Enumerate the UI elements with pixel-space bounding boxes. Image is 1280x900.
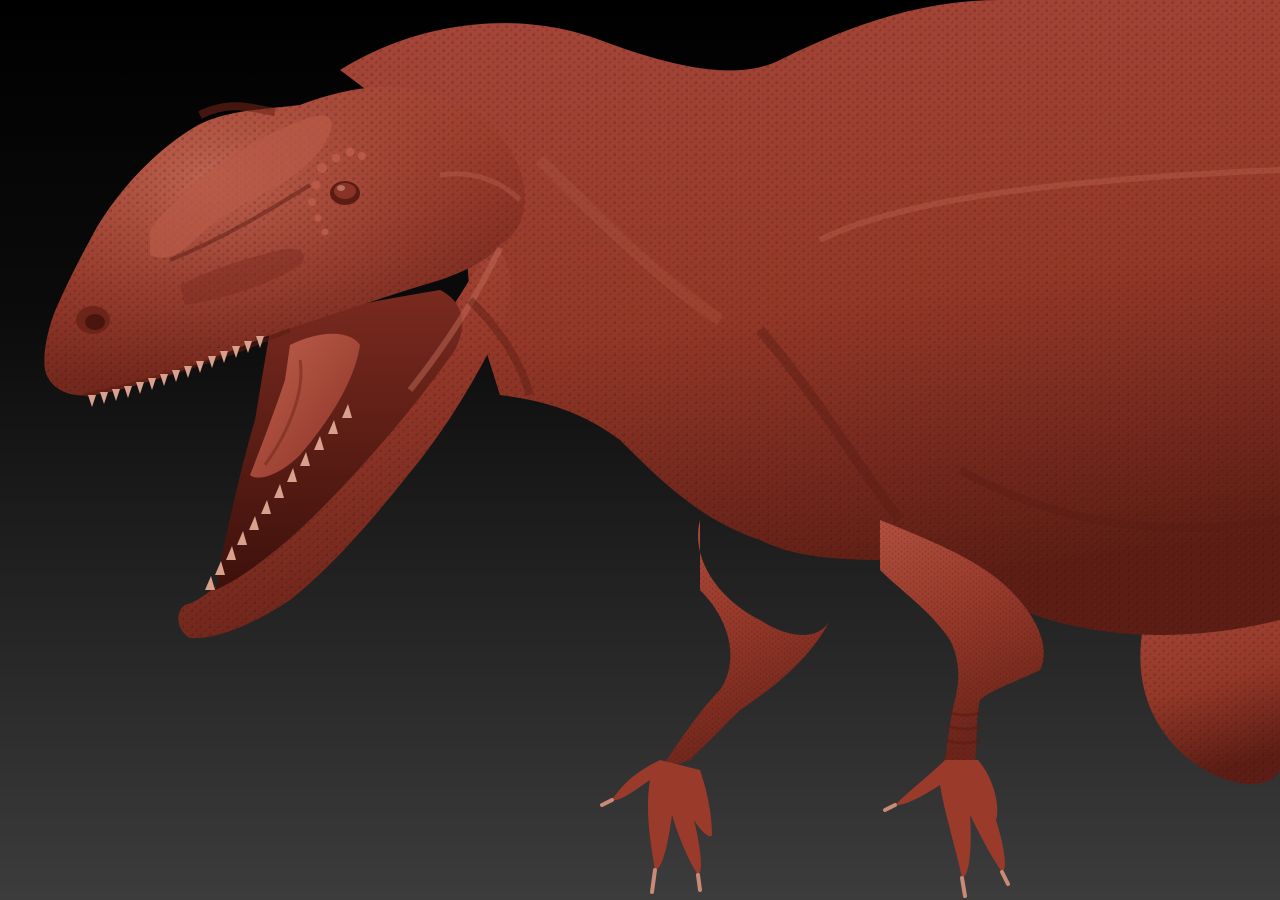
sculpt-viewport bbox=[0, 0, 1280, 900]
dinosaur-sculpt-render bbox=[0, 0, 1280, 900]
